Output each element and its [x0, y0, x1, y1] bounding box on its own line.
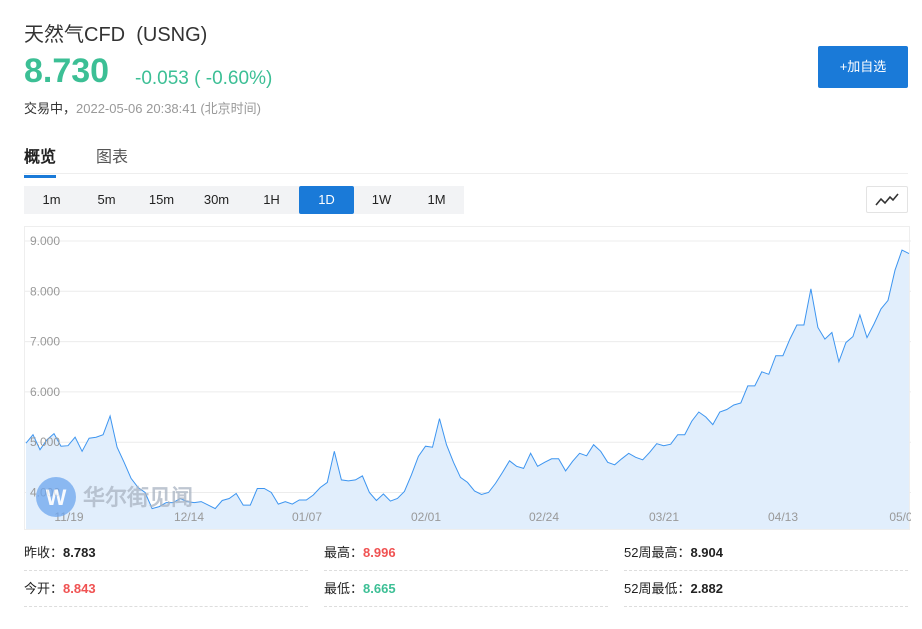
stat-value: 8.783 [63, 545, 96, 560]
period-5m[interactable]: 5m [79, 186, 134, 214]
stat-value: 2.882 [690, 581, 724, 596]
x-tick-label: 12/14 [174, 510, 204, 524]
stat-value: 8.843 [63, 581, 96, 596]
current-price: 8.730 [24, 52, 110, 90]
x-tick-label: 02/01 [411, 510, 441, 524]
watermark-text: 华尔街见闻 [83, 485, 193, 510]
stat-open: 今开：8.843 [24, 571, 308, 607]
status-label: 交易中， [24, 101, 77, 116]
x-tick-label: 05/0 [889, 510, 911, 524]
period-1w[interactable]: 1W [354, 186, 409, 214]
period-30m[interactable]: 30m [189, 186, 244, 214]
y-tick-label: 5.000 [30, 435, 60, 449]
price-chart: 4.0005.0006.0007.0008.0009.00011/1912/14… [24, 226, 913, 530]
period-selector: 1m 5m 15m 30m 1H 1D 1W 1M [24, 186, 464, 214]
watermark-w-glyph: W [46, 485, 67, 510]
add-watchlist-button[interactable]: +加自选 [818, 46, 908, 88]
stat-label: 52周最高： [624, 545, 691, 560]
instrument-title: 天然气CFD (USNG) [24, 24, 208, 46]
chart-svg: 4.0005.0006.0007.0008.0009.00011/1912/14… [25, 234, 913, 529]
stat-prev-close: 昨收：8.783 [24, 535, 308, 571]
stat-value: 8.904 [690, 545, 724, 560]
stat-label: 最高： [324, 545, 364, 560]
x-tick-label: 03/21 [649, 510, 679, 524]
stat-label: 昨收： [24, 545, 64, 560]
period-1d[interactable]: 1D [299, 186, 354, 214]
y-tick-label: 6.000 [30, 385, 60, 399]
tab-divider [24, 173, 908, 174]
stat-low: 最低：8.665 [324, 571, 608, 607]
y-tick-label: 7.000 [30, 335, 60, 349]
stat-52w-low: 52周最低：2.882 [624, 571, 908, 607]
x-tick-label: 02/24 [529, 510, 559, 524]
y-tick-label: 9.000 [30, 234, 60, 248]
line-chart-icon [875, 192, 899, 206]
stat-value: 8.665 [363, 581, 396, 596]
period-1h[interactable]: 1H [244, 186, 299, 214]
stat-label: 最低： [324, 581, 364, 596]
x-tick-label: 04/13 [768, 510, 798, 524]
stat-label: 今开： [24, 581, 64, 596]
stats-grid: 昨收：8.783 最高：8.996 52周最高：8.904 今开：8.843 最… [24, 535, 908, 607]
stat-value: 8.996 [363, 545, 396, 560]
period-15m[interactable]: 15m [134, 186, 189, 214]
price-change: -0.053 ( -0.60%) [135, 68, 273, 89]
stat-label: 52周最低： [624, 581, 691, 596]
y-tick-label: 8.000 [30, 284, 60, 298]
stat-high: 最高：8.996 [324, 535, 608, 571]
period-1m[interactable]: 1m [24, 186, 79, 214]
stat-52w-high: 52周最高：8.904 [624, 535, 908, 571]
tab-chart[interactable]: 图表 [96, 143, 128, 175]
trading-status: 交易中，2022-05-06 20:38:41 (北京时间) [24, 98, 261, 117]
chart-type-toggle[interactable] [866, 186, 908, 213]
x-tick-label: 01/07 [292, 510, 322, 524]
timestamp: 2022-05-06 20:38:41 (北京时间) [76, 101, 261, 116]
period-1mo[interactable]: 1M [409, 186, 464, 214]
